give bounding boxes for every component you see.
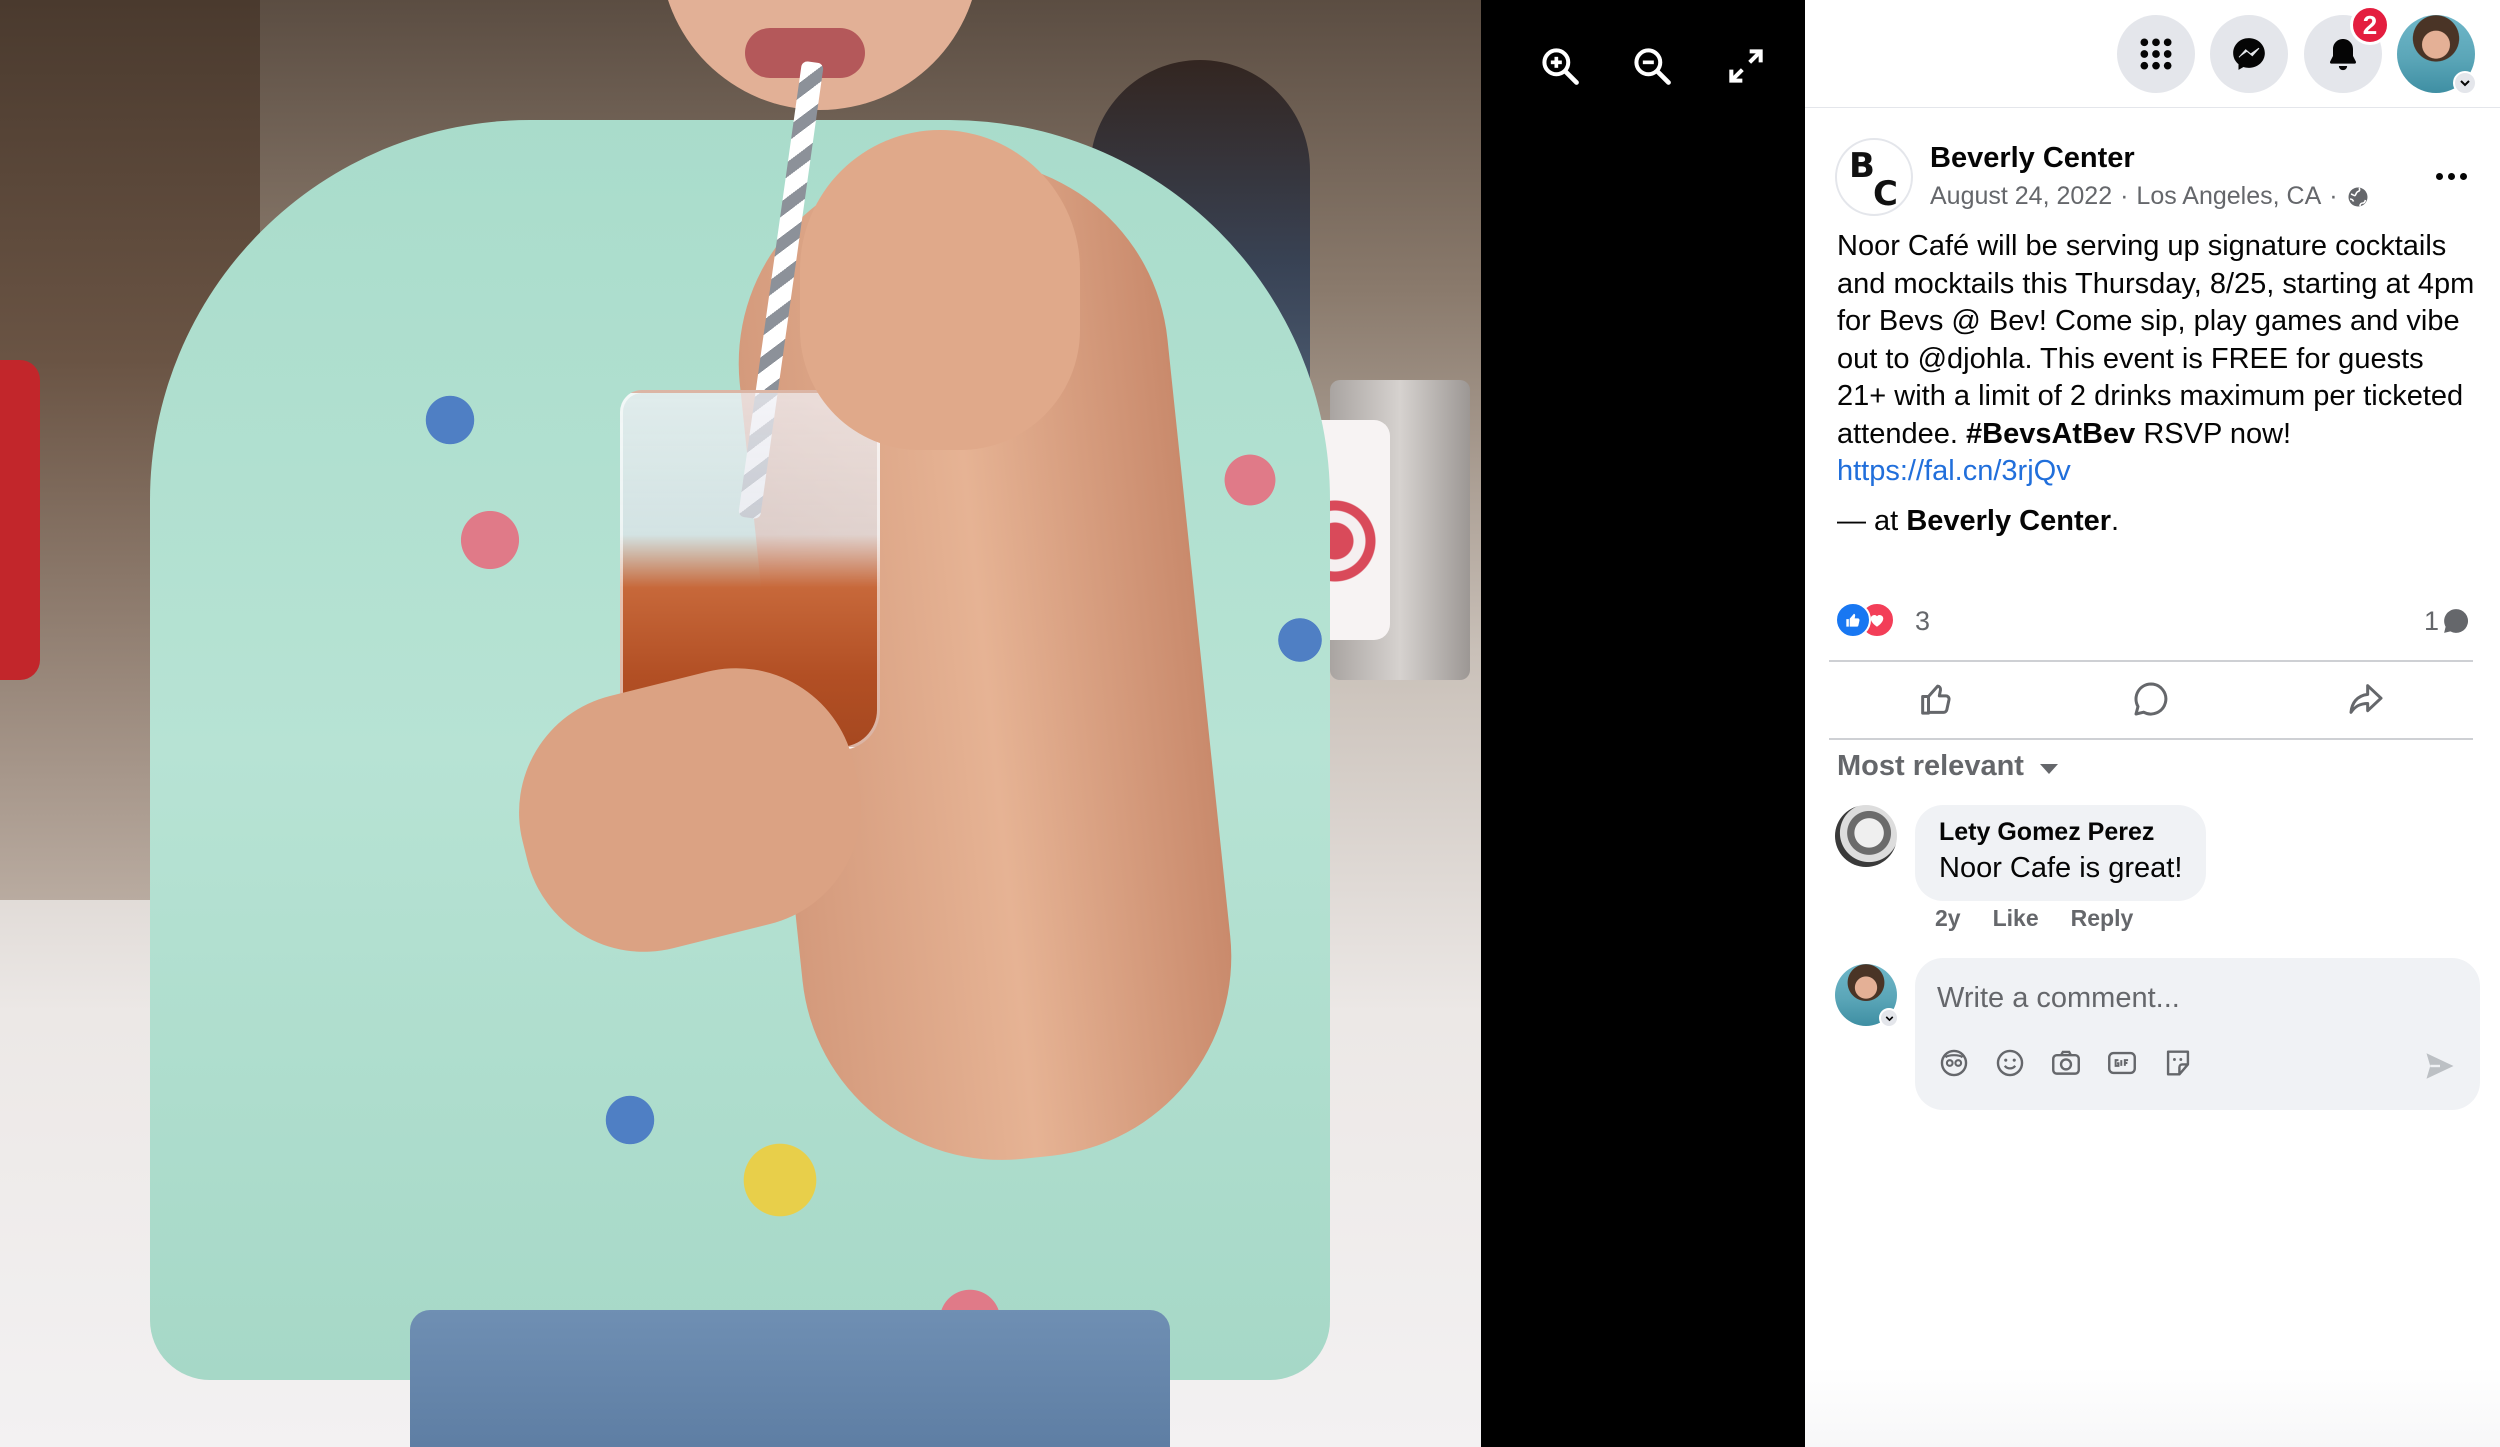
checkin-prefix: — at (1837, 504, 1899, 537)
thumbs-up-icon (1846, 613, 1860, 627)
gif-button[interactable] (2105, 1046, 2139, 1080)
more-options-button[interactable] (2427, 156, 2475, 196)
photo-background-red-object (0, 360, 40, 680)
photo-attach-button[interactable] (2049, 1046, 2083, 1080)
globe-icon[interactable] (2346, 185, 2370, 209)
post-text: Noor Café will be serving up signature c… (1837, 228, 2477, 540)
more-dot-icon (2435, 172, 2443, 180)
top-navigation: 2 (1805, 0, 2500, 108)
like-reaction-icon[interactable] (1835, 602, 1871, 638)
composer-toolbar (1937, 1046, 2195, 1080)
photo-hand-holding-straw (800, 130, 1080, 450)
reactions-summary: 3 1 (1835, 598, 2475, 642)
comment-button[interactable] (2044, 662, 2259, 736)
post-meta: August 24, 2022 · Los Angeles, CA · (1930, 182, 2370, 211)
comment-actions: 2y Like Reply (1935, 905, 2133, 932)
menu-button[interactable] (2117, 15, 2195, 93)
checkin-line: — at Beverly Center. (1837, 503, 2477, 541)
chevron-down-icon (2460, 80, 2470, 87)
post-location[interactable]: Los Angeles, CA (2136, 182, 2321, 211)
logo-letter-c: C (1873, 174, 1898, 214)
post-message: Noor Café will be serving up signature c… (1837, 228, 2477, 491)
like-button[interactable] (1829, 662, 2044, 736)
emoji-button[interactable] (1993, 1046, 2027, 1080)
comment-bubble: Lety Gomez Perez Noor Cafe is great! (1915, 805, 2207, 901)
post-side-panel: 2 B C Beverly Center August 24, 2022 · L… (1805, 0, 2500, 1447)
camera-icon (2052, 1050, 2080, 1075)
post-photo (0, 0, 1481, 1447)
messenger-icon (2233, 38, 2265, 70)
account-chevron (2453, 71, 2477, 95)
more-dot-icon (2459, 172, 2467, 180)
checkin-place-link[interactable]: Beverly Center (1906, 505, 2111, 537)
reaction-count[interactable]: 3 (1915, 606, 1930, 637)
account-button[interactable] (2397, 15, 2477, 95)
gif-icon (2108, 1051, 2136, 1075)
caret-down-icon (2039, 763, 2058, 774)
expand-icon (1729, 49, 1763, 83)
comment-sort-label: Most relevant (1837, 750, 2024, 782)
commenter-name[interactable]: Lety Gomez Perez (1939, 815, 2182, 849)
post-cta-text: RSVP now! (2143, 417, 2292, 450)
comment-input-box (1915, 958, 2480, 1110)
comment-bubble-icon (2444, 609, 2469, 633)
sticker-icon (2166, 1050, 2190, 1076)
meta-separator: · (2120, 182, 2129, 210)
zoom-out-button[interactable] (1624, 38, 1680, 94)
zoom-in-button[interactable] (1532, 38, 1588, 94)
avatar-chevron (1879, 1008, 1899, 1028)
logo-letter-b: B (1849, 146, 1875, 186)
current-user-avatar[interactable] (1835, 964, 1899, 1028)
post-actions (1829, 662, 2473, 736)
messenger-button[interactable] (2210, 15, 2288, 93)
comment-outline-icon (2134, 682, 2168, 716)
divider (1829, 738, 2473, 740)
comment-count[interactable]: 1 (2424, 606, 2439, 637)
page-name-link[interactable]: Beverly Center (1930, 142, 2135, 175)
comment-reply-button[interactable]: Reply (2071, 905, 2134, 932)
grid-menu-icon (2140, 38, 2172, 70)
comment-item: Lety Gomez Perez Noor Cafe is great! 2y … (1835, 805, 2475, 945)
page-avatar[interactable]: B C (1835, 138, 1913, 216)
checkin-suffix: . (2111, 504, 2120, 537)
comment-like-button[interactable]: Like (1993, 905, 2039, 932)
comment-sort-dropdown[interactable]: Most relevant (1837, 750, 2058, 783)
comment-input[interactable] (1937, 976, 2437, 1020)
fullscreen-button[interactable] (1718, 38, 1774, 94)
panel-bottom-fade (1805, 1367, 2500, 1447)
photo-viewer (0, 0, 1805, 1447)
post-date[interactable]: August 24, 2022 (1930, 182, 2112, 211)
hashtag-link[interactable]: #BevsAtBev (1966, 418, 2135, 450)
meta-separator: · (2329, 182, 2338, 210)
comment-text: Noor Cafe is great! (1939, 852, 2183, 884)
notifications-button[interactable]: 2 (2304, 5, 2390, 93)
zoom-out-icon (1634, 48, 1671, 85)
chevron-down-icon (1885, 1015, 1893, 1021)
more-dot-icon (2447, 172, 2455, 180)
post-header: B C Beverly Center August 24, 2022 · Los… (1835, 138, 2475, 218)
notification-count-badge: 2 (2350, 5, 2390, 45)
zoom-in-icon (1542, 48, 1579, 85)
sticker-button[interactable] (2161, 1046, 2195, 1080)
comment-composer (1835, 958, 2480, 1114)
share-button[interactable] (2258, 662, 2473, 736)
rsvp-link[interactable]: https://fal.cn/3rjQv (1837, 455, 2071, 487)
smiley-icon (1996, 1049, 2024, 1077)
avatar-sticker-icon (1940, 1049, 1968, 1077)
avatar-sticker-button[interactable] (1937, 1046, 1971, 1080)
thumbs-up-outline-icon (1921, 684, 1951, 715)
commenter-avatar[interactable] (1835, 805, 1897, 867)
send-icon[interactable] (2422, 1048, 2458, 1084)
photo-jeans (410, 1310, 1170, 1447)
comment-timestamp[interactable]: 2y (1935, 905, 1961, 932)
share-arrow-icon (2349, 684, 2383, 714)
